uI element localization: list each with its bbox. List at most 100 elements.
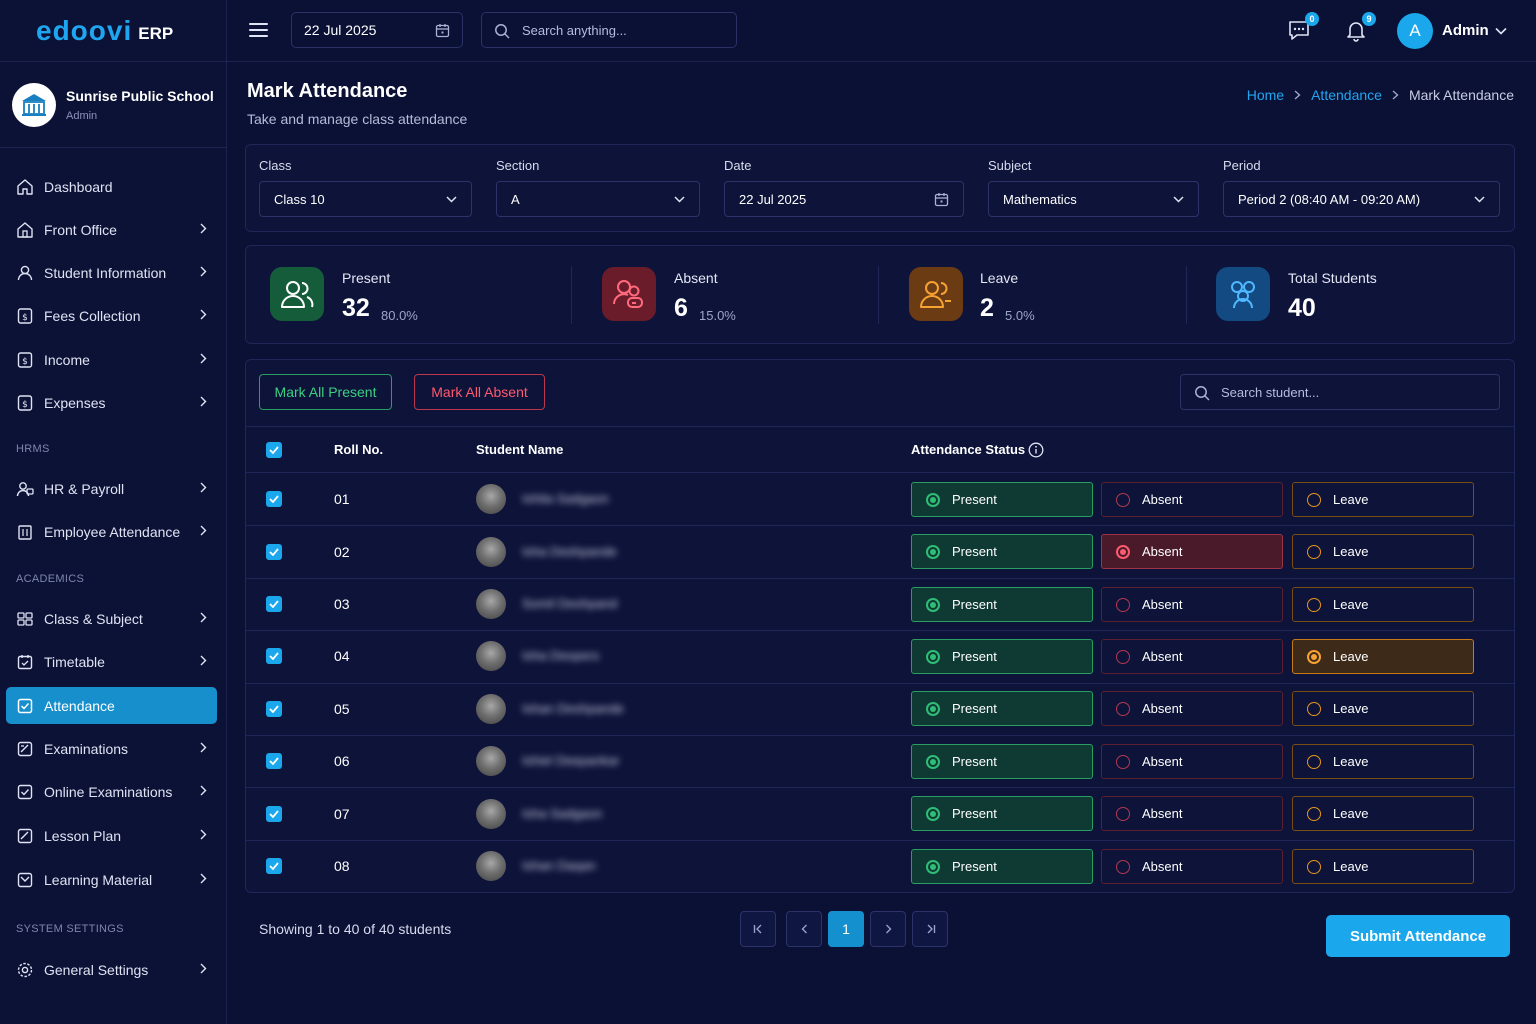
- present-radio-option[interactable]: Present: [911, 848, 1093, 884]
- row-checkbox[interactable]: [266, 596, 282, 612]
- page-1-button[interactable]: 1: [828, 911, 864, 947]
- mark-all-present-button[interactable]: Mark All Present: [259, 374, 392, 410]
- absent-radio[interactable]: [1116, 702, 1130, 717]
- global-date-picker[interactable]: 22 Jul 2025: [291, 12, 463, 48]
- subject-select[interactable]: Mathematics: [988, 181, 1199, 217]
- absent-radio[interactable]: [1116, 492, 1130, 507]
- sidebar-item-front-office[interactable]: Front Office: [6, 211, 217, 248]
- chevron-down-icon[interactable]: [1495, 27, 1507, 35]
- column-header-roll[interactable]: Roll No.: [334, 442, 383, 457]
- global-search-input[interactable]: Search anything...: [481, 12, 737, 48]
- sidebar-item-attendance[interactable]: Attendance: [6, 687, 217, 724]
- absent-radio-option[interactable]: Absent: [1101, 534, 1283, 570]
- mark-all-absent-button[interactable]: Mark All Absent: [414, 374, 545, 410]
- class-select[interactable]: Class 10: [259, 181, 472, 217]
- row-checkbox[interactable]: [266, 700, 282, 717]
- menu-toggle-icon[interactable]: [249, 22, 269, 38]
- present-radio-option[interactable]: Present: [911, 534, 1093, 570]
- previous-page-button[interactable]: [786, 911, 822, 947]
- student-search-input[interactable]: Search student...: [1180, 374, 1500, 410]
- present-radio[interactable]: [926, 597, 940, 612]
- student-name[interactable]: Ishan Daqan: [522, 858, 596, 873]
- leave-radio-option[interactable]: Leave: [1292, 481, 1474, 517]
- present-radio-option[interactable]: Present: [911, 638, 1093, 674]
- row-checkbox[interactable]: [266, 543, 282, 560]
- submit-attendance-button[interactable]: Submit Attendance: [1326, 915, 1510, 957]
- leave-radio-option[interactable]: Leave: [1292, 743, 1474, 779]
- first-page-button[interactable]: [740, 911, 776, 947]
- user-name[interactable]: Admin: [1442, 22, 1489, 39]
- student-name[interactable]: Isha Sadgaon: [522, 806, 602, 821]
- absent-radio-option[interactable]: Absent: [1101, 691, 1283, 727]
- select-all-checkbox[interactable]: [266, 442, 282, 458]
- sidebar-item-employee-attendance[interactable]: Employee Attendance: [6, 513, 217, 550]
- present-radio[interactable]: [926, 807, 940, 822]
- absent-radio[interactable]: [1116, 649, 1130, 664]
- leave-radio-option[interactable]: Leave: [1292, 586, 1474, 622]
- leave-radio-option[interactable]: Leave: [1292, 691, 1474, 727]
- student-name[interactable]: Somil Deshpand: [522, 596, 617, 611]
- absent-radio-option[interactable]: Absent: [1101, 743, 1283, 779]
- leave-radio[interactable]: [1307, 702, 1321, 717]
- logo[interactable]: edoovi ERP: [0, 0, 226, 62]
- present-radio-option[interactable]: Present: [911, 586, 1093, 622]
- period-select[interactable]: Period 2 (08:40 AM - 09:20 AM): [1223, 181, 1500, 217]
- present-radio[interactable]: [926, 859, 940, 874]
- info-icon[interactable]: [1028, 442, 1044, 458]
- present-radio-option[interactable]: Present: [911, 691, 1093, 727]
- messages-icon[interactable]: 0: [1287, 12, 1319, 42]
- present-radio-option[interactable]: Present: [911, 796, 1093, 832]
- next-page-button[interactable]: [870, 911, 906, 947]
- present-radio[interactable]: [926, 754, 940, 769]
- sidebar-item-dashboard[interactable]: Dashboard: [6, 168, 217, 205]
- sidebar-item-lesson-plan[interactable]: Lesson Plan: [6, 817, 217, 854]
- sidebar-item-expenses[interactable]: $ Expenses: [6, 384, 217, 421]
- sidebar-item-income[interactable]: $ Income: [6, 341, 217, 378]
- sidebar-item-fees-collection[interactable]: $ Fees Collection: [6, 297, 217, 334]
- absent-radio-option[interactable]: Absent: [1101, 638, 1283, 674]
- sidebar-item-general-settings[interactable]: General Settings: [6, 951, 217, 988]
- present-radio[interactable]: [926, 545, 940, 560]
- leave-radio[interactable]: [1307, 649, 1321, 664]
- absent-radio[interactable]: [1116, 754, 1130, 769]
- leave-radio[interactable]: [1307, 492, 1321, 507]
- row-checkbox[interactable]: [266, 491, 282, 508]
- row-checkbox[interactable]: [266, 805, 282, 822]
- present-radio-option[interactable]: Present: [911, 481, 1093, 517]
- leave-radio[interactable]: [1307, 597, 1321, 612]
- avatar[interactable]: A: [1397, 13, 1433, 49]
- absent-radio[interactable]: [1116, 859, 1130, 874]
- leave-radio-option[interactable]: Leave: [1292, 534, 1474, 570]
- student-name[interactable]: Ishan Deshpande: [522, 701, 624, 716]
- present-radio-option[interactable]: Present: [911, 743, 1093, 779]
- school-profile[interactable]: Sunrise Public School Admin: [0, 62, 226, 148]
- sidebar-item-hr-and-payroll[interactable]: HR & Payroll: [6, 470, 217, 507]
- absent-radio[interactable]: [1116, 545, 1130, 560]
- leave-radio[interactable]: [1307, 859, 1321, 874]
- section-select[interactable]: A: [496, 181, 700, 217]
- absent-radio-option[interactable]: Absent: [1101, 796, 1283, 832]
- student-name[interactable]: Ishiel Deepankar: [522, 753, 620, 768]
- sidebar-item-learning-material[interactable]: Learning Material: [6, 861, 217, 898]
- last-page-button[interactable]: [912, 911, 948, 947]
- absent-radio[interactable]: [1116, 597, 1130, 612]
- present-radio[interactable]: [926, 492, 940, 507]
- absent-radio-option[interactable]: Absent: [1101, 848, 1283, 884]
- notifications-bell-icon[interactable]: 9: [1344, 12, 1376, 42]
- row-checkbox[interactable]: [266, 648, 282, 665]
- date-picker[interactable]: 22 Jul 2025: [724, 181, 964, 217]
- sidebar-item-timetable[interactable]: Timetable: [6, 643, 217, 680]
- absent-radio[interactable]: [1116, 807, 1130, 822]
- column-header-student-name[interactable]: Student Name: [476, 442, 563, 457]
- student-name[interactable]: Isha Deopers: [522, 648, 599, 663]
- absent-radio-option[interactable]: Absent: [1101, 586, 1283, 622]
- row-checkbox[interactable]: [266, 858, 282, 874]
- sidebar-item-online-examinations[interactable]: Online Examinations: [6, 773, 217, 810]
- sidebar-item-student-information[interactable]: Student Information: [6, 254, 217, 291]
- breadcrumb-home[interactable]: Home: [1247, 87, 1284, 103]
- leave-radio[interactable]: [1307, 807, 1321, 822]
- leave-radio-option[interactable]: Leave: [1292, 638, 1474, 674]
- absent-radio-option[interactable]: Absent: [1101, 481, 1283, 517]
- student-name[interactable]: Ishita Sadgaon: [522, 491, 609, 506]
- present-radio[interactable]: [926, 702, 940, 717]
